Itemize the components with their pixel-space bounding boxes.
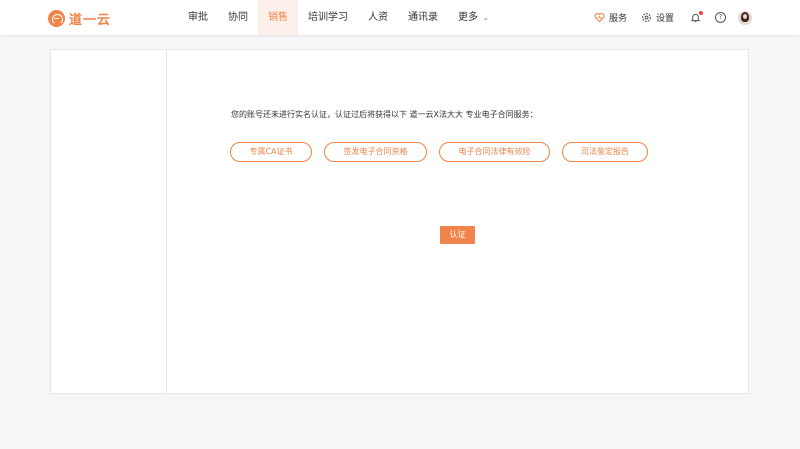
main-panel: 您的账号还未进行实名认证，认证过后将获得以下 道一云X法大大 专业电子合同服务：… (50, 49, 749, 394)
feature-legal-insurance[interactable]: 电子合同法律有效险 (439, 142, 550, 162)
service-label: 服务 (608, 14, 627, 24)
chevron-down-icon: ⌄ (482, 13, 490, 23)
top-navigation-bar: 道一云 审批 协同 销售 培训学习 人资 通讯录 更多 ⌄ 服务 设置 ? (0, 0, 800, 35)
settings-label: 设置 (655, 14, 674, 24)
service-button[interactable]: 服务 (594, 11, 627, 24)
left-sidebar (51, 50, 167, 393)
logo-icon (48, 9, 65, 27)
nav-item-approval[interactable]: 审批 (178, 0, 218, 35)
user-avatar[interactable] (738, 10, 752, 25)
header-tools: 服务 设置 ? (580, 0, 752, 35)
main-nav: 审批 协同 销售 培训学习 人资 通讯录 更多 ⌄ (178, 0, 500, 35)
notification-dot (699, 11, 703, 15)
nav-item-contacts[interactable]: 通讯录 (398, 0, 448, 35)
verification-notice: 您的账号还未进行实名认证，认证过后将获得以下 道一云X法大大 专业电子合同服务： (231, 110, 538, 119)
notifications-button[interactable] (690, 11, 703, 23)
nav-item-training[interactable]: 培训学习 (298, 0, 358, 35)
nav-item-collaboration[interactable]: 协同 (218, 0, 258, 35)
feature-contract-issuance[interactable]: 签发电子合同资格 (324, 142, 427, 162)
service-feature-list: 专属CA证书 签发电子合同资格 电子合同法律有效险 司法鉴定报告 (230, 142, 648, 162)
nav-item-more[interactable]: 更多 ⌄ (448, 0, 500, 35)
settings-button[interactable]: 设置 (641, 11, 674, 24)
nav-item-hr[interactable]: 人资 (358, 0, 398, 35)
feature-ca-certificate[interactable]: 专属CA证书 (230, 142, 312, 162)
nav-more-label: 更多 (458, 12, 478, 23)
content-area: 您的账号还未进行实名认证，认证过后将获得以下 道一云X法大大 专业电子合同服务：… (167, 50, 748, 393)
app-logo[interactable]: 道一云 (48, 8, 111, 28)
gear-icon (642, 13, 651, 22)
heart-service-icon (594, 12, 605, 23)
logo-text: 道一云 (69, 12, 112, 28)
nav-item-sales[interactable]: 销售 (258, 0, 298, 35)
verify-button[interactable]: 认证 (440, 226, 475, 244)
feature-judicial-report[interactable]: 司法鉴定报告 (562, 142, 648, 162)
help-icon[interactable]: ? (715, 12, 726, 23)
